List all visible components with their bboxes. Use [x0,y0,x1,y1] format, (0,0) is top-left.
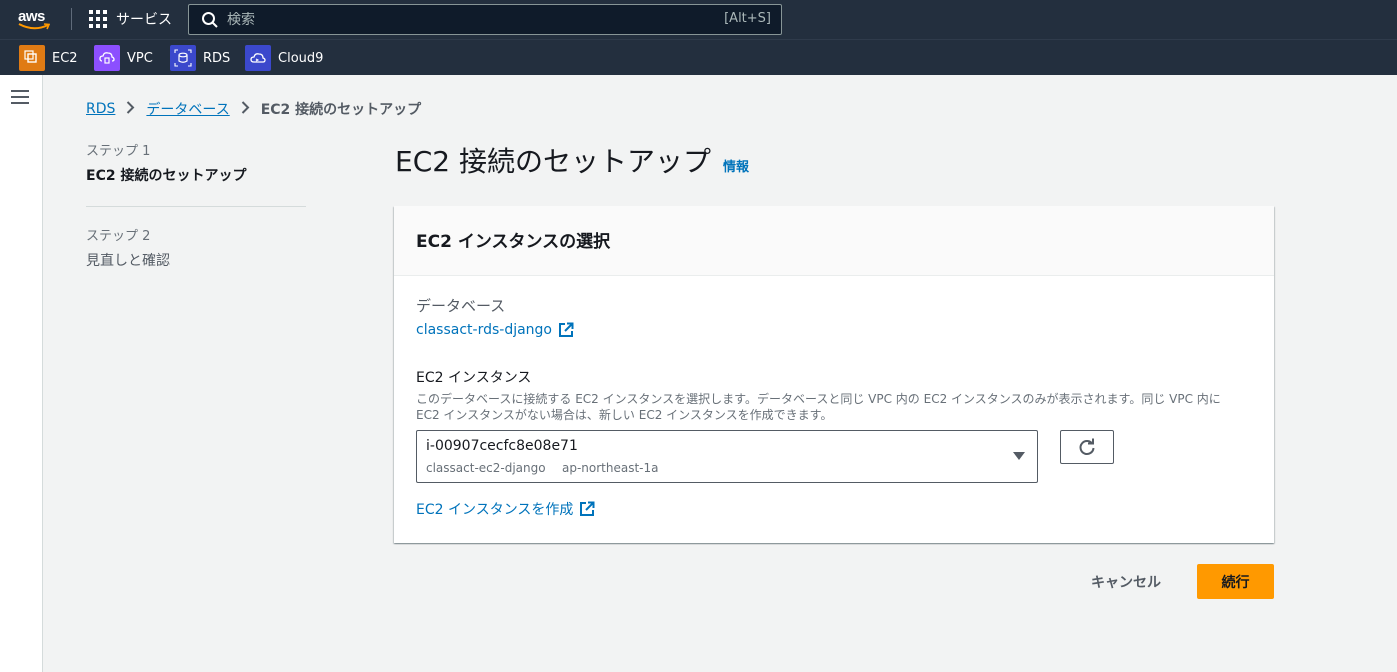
favorite-rds[interactable]: RDS [170,45,230,71]
caret-down-icon [1013,452,1025,460]
favorite-label: Cloud9 [278,50,324,66]
side-navigation-rail [0,75,43,672]
step-number: ステップ 1 [86,144,151,159]
ec2-instance-selection-panel: EC2 インスタンスの選択 データベース classact-rds-django… [394,206,1274,543]
selected-instance-tag: classact-ec2-django [426,461,546,475]
favorite-vpc[interactable]: VPC [94,45,153,71]
top-navigation: aws サービス [Alt+S] [0,0,1397,39]
aws-smile-icon [18,23,50,30]
ec2-icon [19,45,45,71]
create-ec2-instance-link-text: EC2 インスタンスを作成 [416,502,574,518]
services-menu-button[interactable]: サービス [89,9,172,29]
wizard-step-2: ステップ 2 見直しと確認 [86,225,306,270]
chevron-right-icon [241,100,250,118]
step-divider [86,206,306,207]
menu-icon[interactable] [11,90,29,104]
breadcrumb: RDS データベース EC2 接続のセットアップ [86,98,421,120]
selected-instance-az: ap-northeast-1a [562,461,659,475]
favorites-bar: EC2 VPC RDS Cloud9 [0,39,1397,75]
step-label: 見直しと確認 [86,253,170,269]
nav-divider [71,8,72,30]
database-link-text: classact-rds-django [416,322,552,338]
step-number: ステップ 2 [86,229,151,244]
ec2-instance-description: このデータベースに接続する EC2 インスタンスを選択します。データベースと同じ… [416,392,1221,422]
database-label: データベース [416,297,506,315]
cancel-button[interactable]: キャンセル [1076,566,1176,598]
breadcrumb-current: EC2 接続のセットアップ [260,102,422,118]
aws-logo[interactable]: aws [18,6,54,32]
favorite-label: EC2 [52,50,78,66]
external-link-icon [580,501,595,516]
page-header: EC2 接続のセットアップ 情報 [395,140,749,180]
favorite-cloud9[interactable]: Cloud9 [245,45,323,71]
favorite-label: RDS [203,50,231,66]
refresh-button[interactable] [1060,430,1114,464]
breadcrumb-databases-link[interactable]: データベース [146,99,229,119]
grid-icon [89,10,107,28]
favorite-label: VPC [127,50,153,66]
chevron-right-icon [126,100,135,118]
cloud9-icon [245,45,271,71]
search-shortcut-hint: [Alt+S] [724,11,771,26]
create-ec2-instance-link[interactable]: EC2 インスタンスを作成 [416,499,595,519]
vpc-icon [94,45,120,71]
breadcrumb-rds-link[interactable]: RDS [86,101,115,117]
search-input[interactable] [227,11,697,28]
wizard-steps: ステップ 1 EC2 接続のセットアップ ステップ 2 見直しと確認 [86,140,306,270]
rds-icon [170,45,196,71]
continue-button[interactable]: 続行 [1197,564,1274,599]
panel-header: EC2 インスタンスの選択 [394,206,1274,276]
refresh-icon [1079,438,1095,455]
favorite-ec2[interactable]: EC2 [19,45,78,71]
search-box[interactable]: [Alt+S] [188,4,782,35]
panel-title: EC2 インスタンスの選択 [416,232,611,252]
ec2-instance-label: EC2 インスタンス [416,370,532,386]
database-link[interactable]: classact-rds-django [416,322,574,338]
info-link[interactable]: 情報 [723,156,749,175]
external-link-icon [559,322,574,337]
wizard-step-1: ステップ 1 EC2 接続のセットアップ [86,140,306,185]
services-label: サービス [116,12,172,28]
search-icon [202,11,218,28]
ec2-instance-select[interactable]: i-00907cecfc8e08e71 classact-ec2-django … [416,430,1038,483]
step-label: EC2 接続のセットアップ [86,168,247,184]
page-title: EC2 接続のセットアップ [395,145,711,178]
selected-instance-id: i-00907cecfc8e08e71 [426,438,578,454]
